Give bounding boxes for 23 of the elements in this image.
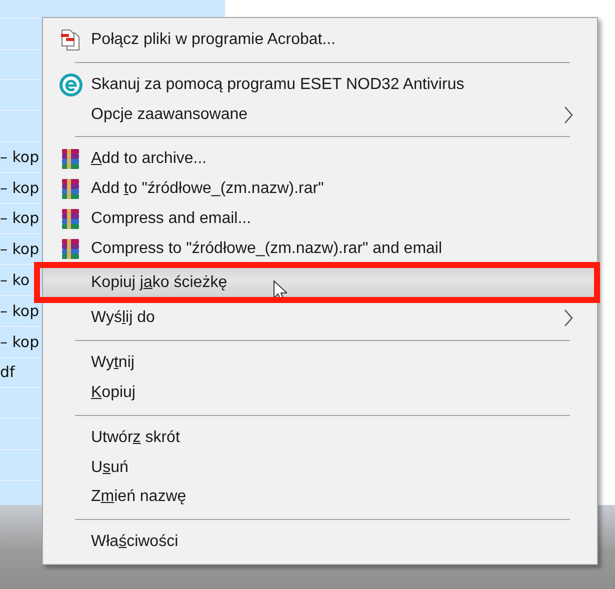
menu-item[interactable]: Utwórz skrót: [43, 422, 597, 453]
menu-item[interactable]: Skanuj za pomocą programu ESET NOD32 Antivirus: [43, 70, 597, 100]
e-logo-icon: [59, 72, 83, 97]
file-name[interactable]: – kop: [0, 332, 40, 351]
file-name[interactable]: df: [0, 363, 15, 382]
menu-item[interactable]: Kopiuj: [43, 378, 597, 408]
menu-item[interactable]: Add to "źródłowe_(zm.nazw).rar": [43, 174, 597, 204]
file-name[interactable]: – ko: [0, 271, 30, 290]
menu-item[interactable]: Wyślij do: [43, 303, 597, 334]
menu-item[interactable]: Add to archive...: [43, 144, 597, 174]
menu-item[interactable]: Zmień nazwę: [43, 482, 597, 512]
menu-item[interactable]: Opcje zaawansowane: [43, 100, 597, 130]
menu-item[interactable]: Compress and email...: [43, 204, 597, 234]
menu-item[interactable]: Compress to "źródłowe_(zm.nazw).rar" and email: [43, 234, 597, 264]
file-name[interactable]: – kop: [0, 148, 40, 166]
menu-item[interactable]: Połącz pliki w programie Acrobat...: [43, 25, 597, 55]
menu-item[interactable]: Kopiuj jako ścieżkę: [43, 268, 597, 298]
file-name[interactable]: – kop: [0, 302, 40, 320]
menu-item[interactable]: Usuń: [43, 452, 597, 482]
file-name[interactable]: – kop: [0, 178, 40, 197]
menu-item[interactable]: Wytnij: [43, 348, 597, 378]
file-name[interactable]: – kop: [0, 240, 40, 258]
file-name[interactable]: – kop: [0, 209, 40, 228]
